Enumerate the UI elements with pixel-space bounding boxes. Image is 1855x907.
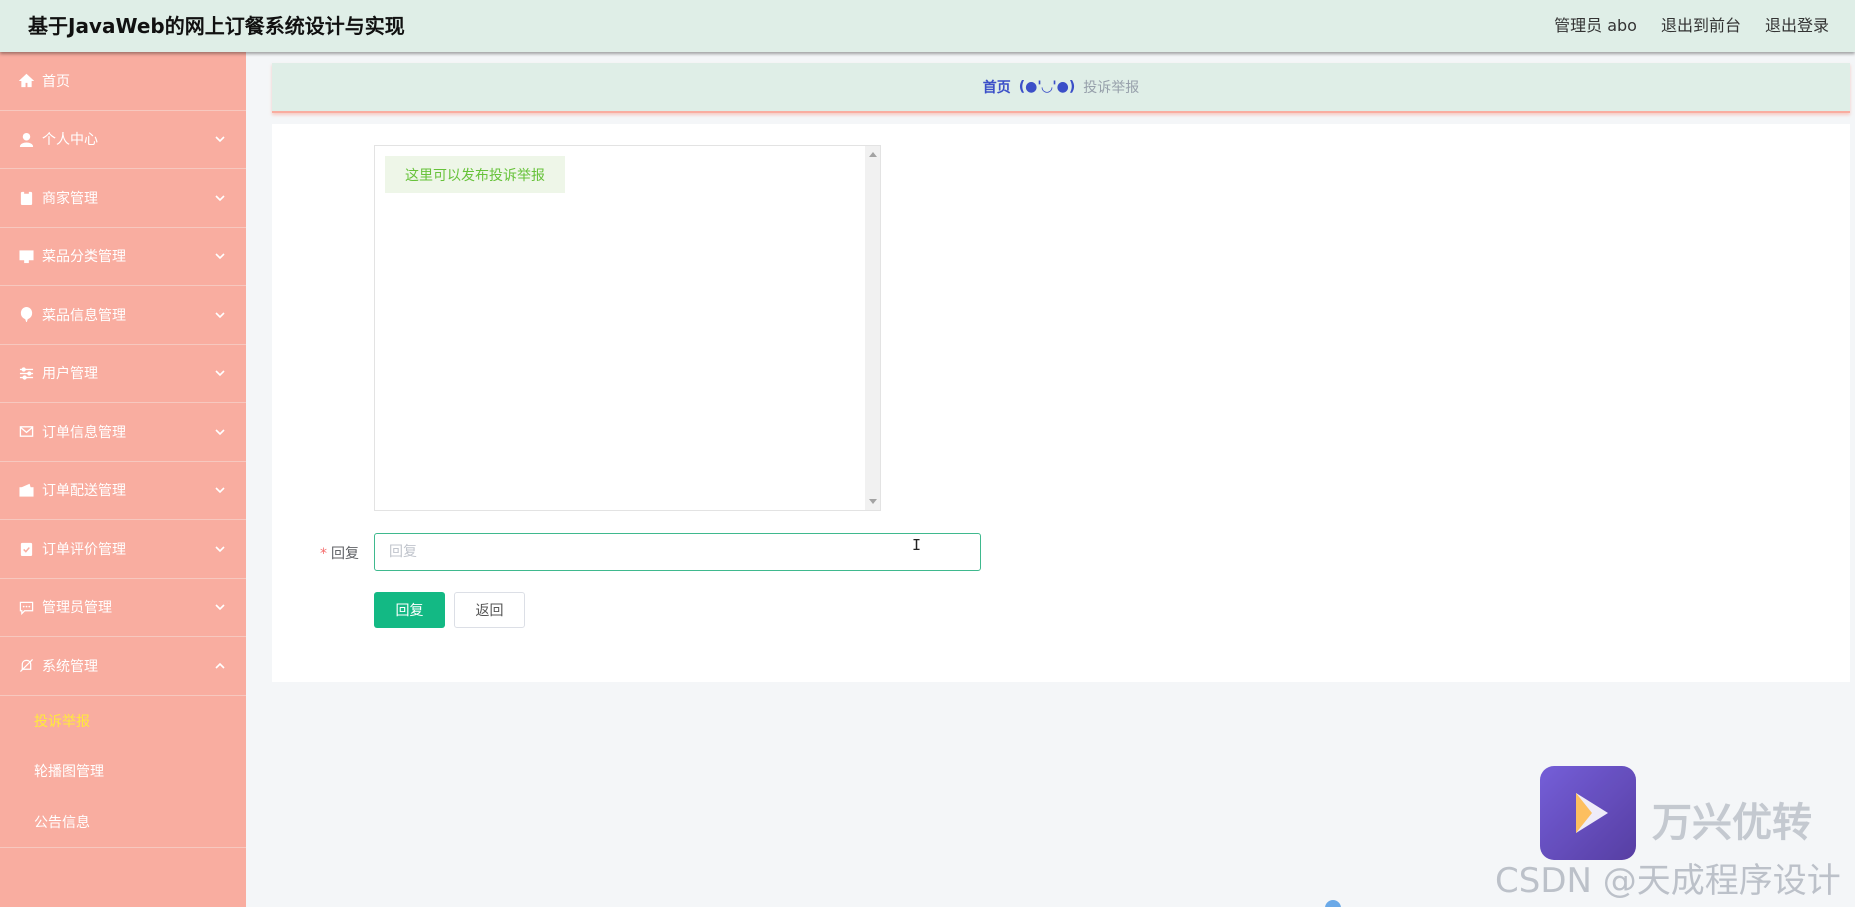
admin-user-label[interactable]: 管理员 abo: [1554, 12, 1637, 36]
sidebar-item-label: 订单信息管理: [42, 424, 126, 441]
bell-off-icon: [18, 658, 34, 674]
reply-button[interactable]: 回复: [374, 592, 445, 628]
sidebar-item-order-review[interactable]: 订单评价管理: [0, 520, 246, 579]
exit-to-frontend-link[interactable]: 退出到前台: [1661, 12, 1741, 36]
chevron-down-icon: [214, 309, 226, 321]
system-submenu: 投诉举报 轮播图管理 公告信息: [0, 696, 246, 848]
logout-link[interactable]: 退出登录: [1765, 12, 1829, 36]
scroll-down-arrow-icon[interactable]: [869, 499, 877, 504]
breadcrumb-current: 投诉举报: [1083, 80, 1140, 96]
chat-icon: [18, 599, 34, 615]
complaint-form-panel: 这里可以发布投诉举报 *回复 I 回复 返回: [272, 124, 1850, 682]
sidebar-item-home[interactable]: 首页: [0, 52, 246, 111]
sidebar-item-label: 个人中心: [42, 132, 98, 149]
top-actions: 管理员 abo 退出到前台 退出登录: [1554, 12, 1829, 36]
chevron-down-icon: [214, 543, 226, 555]
sidebar-item-merchant[interactable]: 商家管理: [0, 169, 246, 228]
submenu-item-complaint-report[interactable]: 投诉举报: [0, 696, 246, 747]
sidebar-item-personal-center[interactable]: 个人中心: [0, 111, 246, 169]
breadcrumb-separator: (●'◡'●): [1018, 79, 1076, 95]
watermark-logo-icon: [1540, 766, 1636, 860]
chevron-down-icon: [214, 133, 226, 145]
sliders-icon: [18, 365, 34, 381]
chat-box[interactable]: 这里可以发布投诉举报: [374, 145, 881, 511]
chat-message: 这里可以发布投诉举报: [385, 156, 565, 193]
monitor-icon: [18, 248, 34, 264]
home-icon: [18, 73, 34, 89]
breadcrumb: 首页 (●'◡'●) 投诉举报: [272, 63, 1850, 113]
text-cursor-icon: I: [912, 536, 922, 554]
chevron-down-icon: [214, 250, 226, 262]
sidebar-item-label: 用户管理: [42, 366, 98, 383]
user-icon: [18, 131, 34, 147]
sidebar-item-label: 菜品分类管理: [42, 249, 126, 266]
sidebar-item-order-delivery[interactable]: 订单配送管理: [0, 462, 246, 520]
checklist-icon: [18, 541, 34, 557]
reply-input[interactable]: [374, 533, 981, 571]
wallet-icon: [18, 482, 34, 498]
chevron-down-icon: [214, 601, 226, 613]
mail-icon: [18, 424, 34, 440]
scroll-up-arrow-icon[interactable]: [869, 152, 877, 157]
sidebar-item-user[interactable]: 用户管理: [0, 345, 246, 403]
app-title: 基于JavaWeb的网上订餐系统设计与实现: [28, 14, 405, 38]
sidebar-item-admin[interactable]: 管理员管理: [0, 579, 246, 637]
sidebar-item-dish-category[interactable]: 菜品分类管理: [0, 228, 246, 286]
sidebar-item-label: 首页: [42, 73, 70, 90]
chevron-down-icon: [214, 426, 226, 438]
chevron-down-icon: [214, 192, 226, 204]
chat-scrollbar[interactable]: [865, 146, 880, 510]
sidebar-item-label: 菜品信息管理: [42, 307, 126, 324]
required-mark: *: [320, 546, 327, 562]
balloon-icon: [18, 307, 34, 323]
chevron-down-icon: [214, 484, 226, 496]
breadcrumb-home[interactable]: 首页: [983, 77, 1011, 97]
clipboard-icon: [18, 190, 34, 206]
watermark-brand: 万兴优转: [1652, 800, 1812, 846]
submenu-item-carousel[interactable]: 轮播图管理: [0, 746, 246, 797]
sidebar-item-label: 系统管理: [42, 658, 98, 675]
sidebar-item-label: 商家管理: [42, 190, 98, 207]
sidebar-item-label: 订单评价管理: [42, 541, 126, 558]
chevron-up-icon: [214, 660, 226, 672]
sidebar-item-system[interactable]: 系统管理: [0, 637, 246, 696]
submenu-item-announcement[interactable]: 公告信息: [0, 797, 246, 848]
reply-label: * 回复: [320, 543, 359, 563]
sidebar-item-label: 管理员管理: [42, 600, 112, 617]
top-bar: 基于JavaWeb的网上订餐系统设计与实现 管理员 abo 退出到前台 退出登录: [0, 0, 1855, 52]
sidebar: 首页 个人中心 商家管理 菜品分类管理 菜品信息管理 用户管理 订单信息管理 订…: [0, 52, 246, 907]
back-button[interactable]: 返回: [454, 592, 525, 628]
watermark-credit: CSDN @天成程序设计: [1495, 861, 1841, 901]
sidebar-item-label: 订单配送管理: [42, 483, 126, 500]
sidebar-item-dish-info[interactable]: 菜品信息管理: [0, 286, 246, 345]
chevron-down-icon: [214, 367, 226, 379]
sidebar-item-order-info[interactable]: 订单信息管理: [0, 403, 246, 462]
reply-label-text: 回复: [331, 546, 359, 562]
